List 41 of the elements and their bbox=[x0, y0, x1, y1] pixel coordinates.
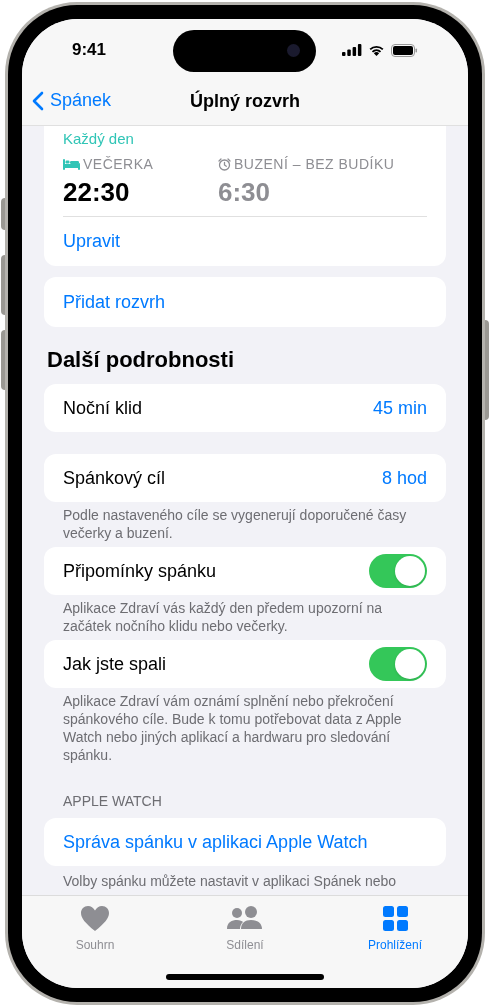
settings-row[interactable]: Jak jste spali bbox=[44, 640, 446, 688]
row-value: 8 hod bbox=[381, 466, 427, 490]
settings-row[interactable]: Spánkový cíl 8 hod bbox=[44, 454, 446, 502]
tab-item[interactable]: Prohlížení bbox=[350, 904, 440, 954]
back-button[interactable]: Spánek bbox=[32, 87, 112, 114]
tab-item[interactable]: Souhrn bbox=[50, 904, 140, 954]
add-schedule-button[interactable]: Přidat rozvrh bbox=[44, 277, 446, 327]
nav-title: Úplný rozvrh bbox=[190, 90, 300, 111]
time-label: VEČERKA bbox=[83, 155, 154, 174]
schedule-days: Každý den bbox=[63, 130, 134, 147]
time-value: 6:30 bbox=[218, 176, 272, 209]
time-value: 22:30 bbox=[63, 176, 131, 209]
row-label: Spánkový cíl bbox=[63, 466, 166, 490]
time-label: BUZENÍ – BEZ BUDÍKU bbox=[234, 155, 395, 174]
grid-icon bbox=[382, 905, 408, 931]
chevron-left-icon bbox=[32, 90, 44, 111]
footer-note: Aplikace Zdraví vás každý den předem upozorní na začátek nočního klidu nebo večerky. bbox=[63, 599, 384, 635]
settings-row[interactable]: Noční klid 45 min bbox=[44, 384, 446, 432]
footer-note: Volby spánku můžete nastavit v aplikaci Spánek nebo bbox=[63, 873, 397, 889]
signal-icon bbox=[342, 44, 362, 56]
row-value: 45 min bbox=[372, 396, 427, 420]
row-label: Jak jste spali bbox=[63, 652, 167, 676]
footer-note: Podle nastaveného cíle se vygenerují doporučené časy večerky a buzení. bbox=[63, 506, 408, 542]
heart-icon bbox=[81, 905, 109, 931]
wifi-icon bbox=[368, 44, 385, 56]
edit-link[interactable]: Upravit bbox=[63, 231, 120, 251]
footer-note: Aplikace Zdraví vám oznámí splnění nebo překročení spánkového cíle. Bude k tomu potřebovat data z Apple Watch nebo jiných aplikací a hardwaru pro sledování spánku. bbox=[63, 692, 403, 764]
settings-row[interactable]: Připomínky spánku bbox=[44, 547, 446, 595]
row-label: Připomínky spánku bbox=[63, 559, 217, 583]
people-icon bbox=[227, 906, 263, 930]
section-header: APPLE WATCH bbox=[63, 793, 162, 809]
status-time: 9:41 bbox=[72, 39, 107, 62]
section-title: Další podrobnosti bbox=[47, 347, 234, 372]
toggle-switch[interactable] bbox=[369, 647, 427, 681]
row-label: Noční klid bbox=[63, 396, 143, 420]
battery-icon bbox=[391, 43, 418, 57]
toggle-switch[interactable] bbox=[369, 554, 427, 588]
tab-item[interactable]: Sdílení bbox=[200, 904, 290, 954]
apple-watch-link[interactable]: Správa spánku v aplikaci Apple Watch bbox=[44, 818, 446, 866]
bed-icon bbox=[63, 159, 80, 170]
alarm-clock-icon bbox=[218, 158, 231, 171]
